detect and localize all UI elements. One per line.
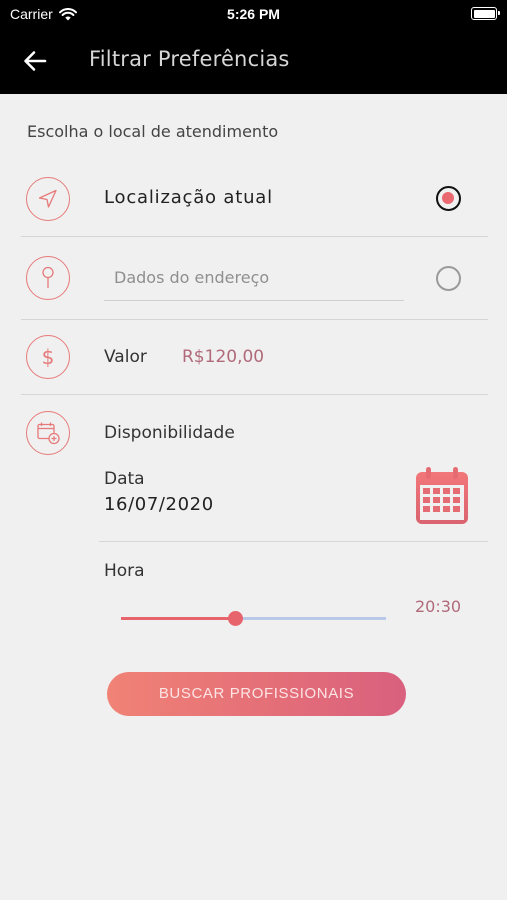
top-bar: Carrier 5:26 PM Filtrar Preferências [0, 0, 507, 94]
section-label-location: Escolha o local de atendimento [27, 122, 279, 141]
address-input[interactable]: Dados do endereço [114, 268, 269, 287]
battery-icon [471, 7, 500, 20]
divider [21, 394, 488, 395]
slider-thumb[interactable] [228, 611, 243, 626]
date-label: Data [104, 469, 145, 489]
value-amount[interactable]: R$120,00 [182, 347, 264, 367]
time-value: 20:30 [415, 597, 462, 616]
calendar-icon[interactable] [414, 465, 470, 526]
calendar-add-icon [26, 411, 70, 455]
slider-track-filled [121, 617, 235, 620]
time-label: Hora [104, 561, 145, 581]
address-input-underline [104, 300, 404, 301]
status-bar: Carrier 5:26 PM [0, 0, 507, 28]
divider [99, 541, 488, 542]
divider [21, 319, 488, 320]
current-location-label[interactable]: Localização atual [104, 187, 273, 208]
dollar-icon: $ [26, 335, 70, 379]
slider-track [235, 617, 386, 620]
back-button[interactable] [22, 48, 48, 74]
divider [21, 236, 488, 237]
current-location-radio[interactable] [436, 186, 461, 211]
map-pin-icon [26, 256, 70, 300]
address-radio[interactable] [436, 266, 461, 291]
availability-label: Disponibilidade [104, 423, 235, 443]
page-title: Filtrar Preferências [89, 47, 290, 71]
status-time: 5:26 PM [227, 6, 280, 22]
search-professionals-button[interactable]: BUSCAR PROFISSIONAIS [107, 672, 406, 716]
date-value[interactable]: 16/07/2020 [104, 494, 214, 515]
navigation-arrow-icon [26, 177, 70, 221]
svg-text:$: $ [42, 345, 55, 369]
value-label: Valor [104, 347, 147, 367]
